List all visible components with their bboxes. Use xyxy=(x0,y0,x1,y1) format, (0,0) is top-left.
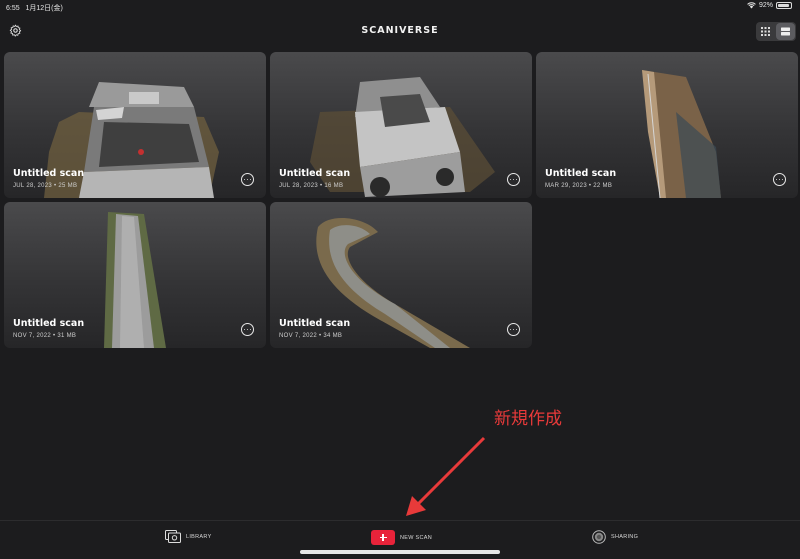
more-options-icon[interactable] xyxy=(241,173,254,186)
list-view-icon xyxy=(781,27,790,36)
tab-library-label: LIBRARY xyxy=(186,533,212,540)
scan-card[interactable]: Untitled scan NOV 7, 2022 • 31 MB xyxy=(4,202,266,348)
tab-sharing[interactable]: SHARING xyxy=(592,530,638,544)
tab-sharing-label: SHARING xyxy=(611,534,639,540)
battery-icon xyxy=(776,2,792,9)
sharing-icon xyxy=(592,530,606,544)
list-view-button[interactable] xyxy=(776,23,795,40)
tab-new-scan[interactable]: NEW SCAN xyxy=(371,530,432,545)
scan-card[interactable]: Untitled scan JUL 28, 2023 • 25 MB xyxy=(4,52,266,198)
plus-icon[interactable] xyxy=(371,530,395,545)
scan-meta: MAR 29, 2023 • 22 MB xyxy=(545,183,613,189)
scan-meta: NOV 7, 2022 • 34 MB xyxy=(279,333,343,339)
scan-name: Untitled scan xyxy=(13,168,85,179)
battery-text: 92% xyxy=(758,2,773,9)
status-right: 92% xyxy=(747,2,792,9)
status-bar: 6:55 1月12日(金) 92% xyxy=(0,0,800,14)
scan-card[interactable]: Untitled scan JUL 28, 2023 • 16 MB xyxy=(270,52,532,198)
time-text: 6:55 xyxy=(6,5,20,12)
grid-view-button[interactable] xyxy=(756,22,775,41)
scan-name: Untitled scan xyxy=(279,168,351,179)
scan-meta: NOV 7, 2022 • 31 MB xyxy=(13,333,77,339)
view-mode-toggle[interactable] xyxy=(756,22,796,41)
scan-card[interactable]: Untitled scan MAR 29, 2023 • 22 MB xyxy=(536,52,798,198)
annotation-label: 新規作成 xyxy=(494,409,562,429)
tab-new-scan-label: NEW SCAN xyxy=(400,534,433,541)
more-options-icon[interactable] xyxy=(241,323,254,336)
library-icon xyxy=(165,530,181,543)
more-options-icon[interactable] xyxy=(773,173,786,186)
scan-name: Untitled scan xyxy=(545,168,617,179)
more-options-icon[interactable] xyxy=(507,323,520,336)
scan-meta: JUL 28, 2023 • 25 MB xyxy=(13,183,78,189)
scan-name: Untitled scan xyxy=(13,318,85,329)
annotation-arrow xyxy=(406,436,486,516)
home-indicator xyxy=(300,550,500,554)
page-title: SCANIVERSE xyxy=(361,25,439,36)
grid-view-icon xyxy=(761,27,770,36)
status-time: 6:55 1月12日(金) xyxy=(6,3,63,13)
wifi-icon xyxy=(747,2,756,9)
tab-library[interactable]: LIBRARY xyxy=(165,530,212,543)
header: SCANIVERSE xyxy=(0,14,800,48)
scan-name: Untitled scan xyxy=(279,318,351,329)
more-options-icon[interactable] xyxy=(507,173,520,186)
date-text: 1月12日(金) xyxy=(25,5,63,12)
scan-card[interactable]: Untitled scan NOV 7, 2022 • 34 MB xyxy=(270,202,532,348)
scan-meta: JUL 28, 2023 • 16 MB xyxy=(279,183,344,189)
